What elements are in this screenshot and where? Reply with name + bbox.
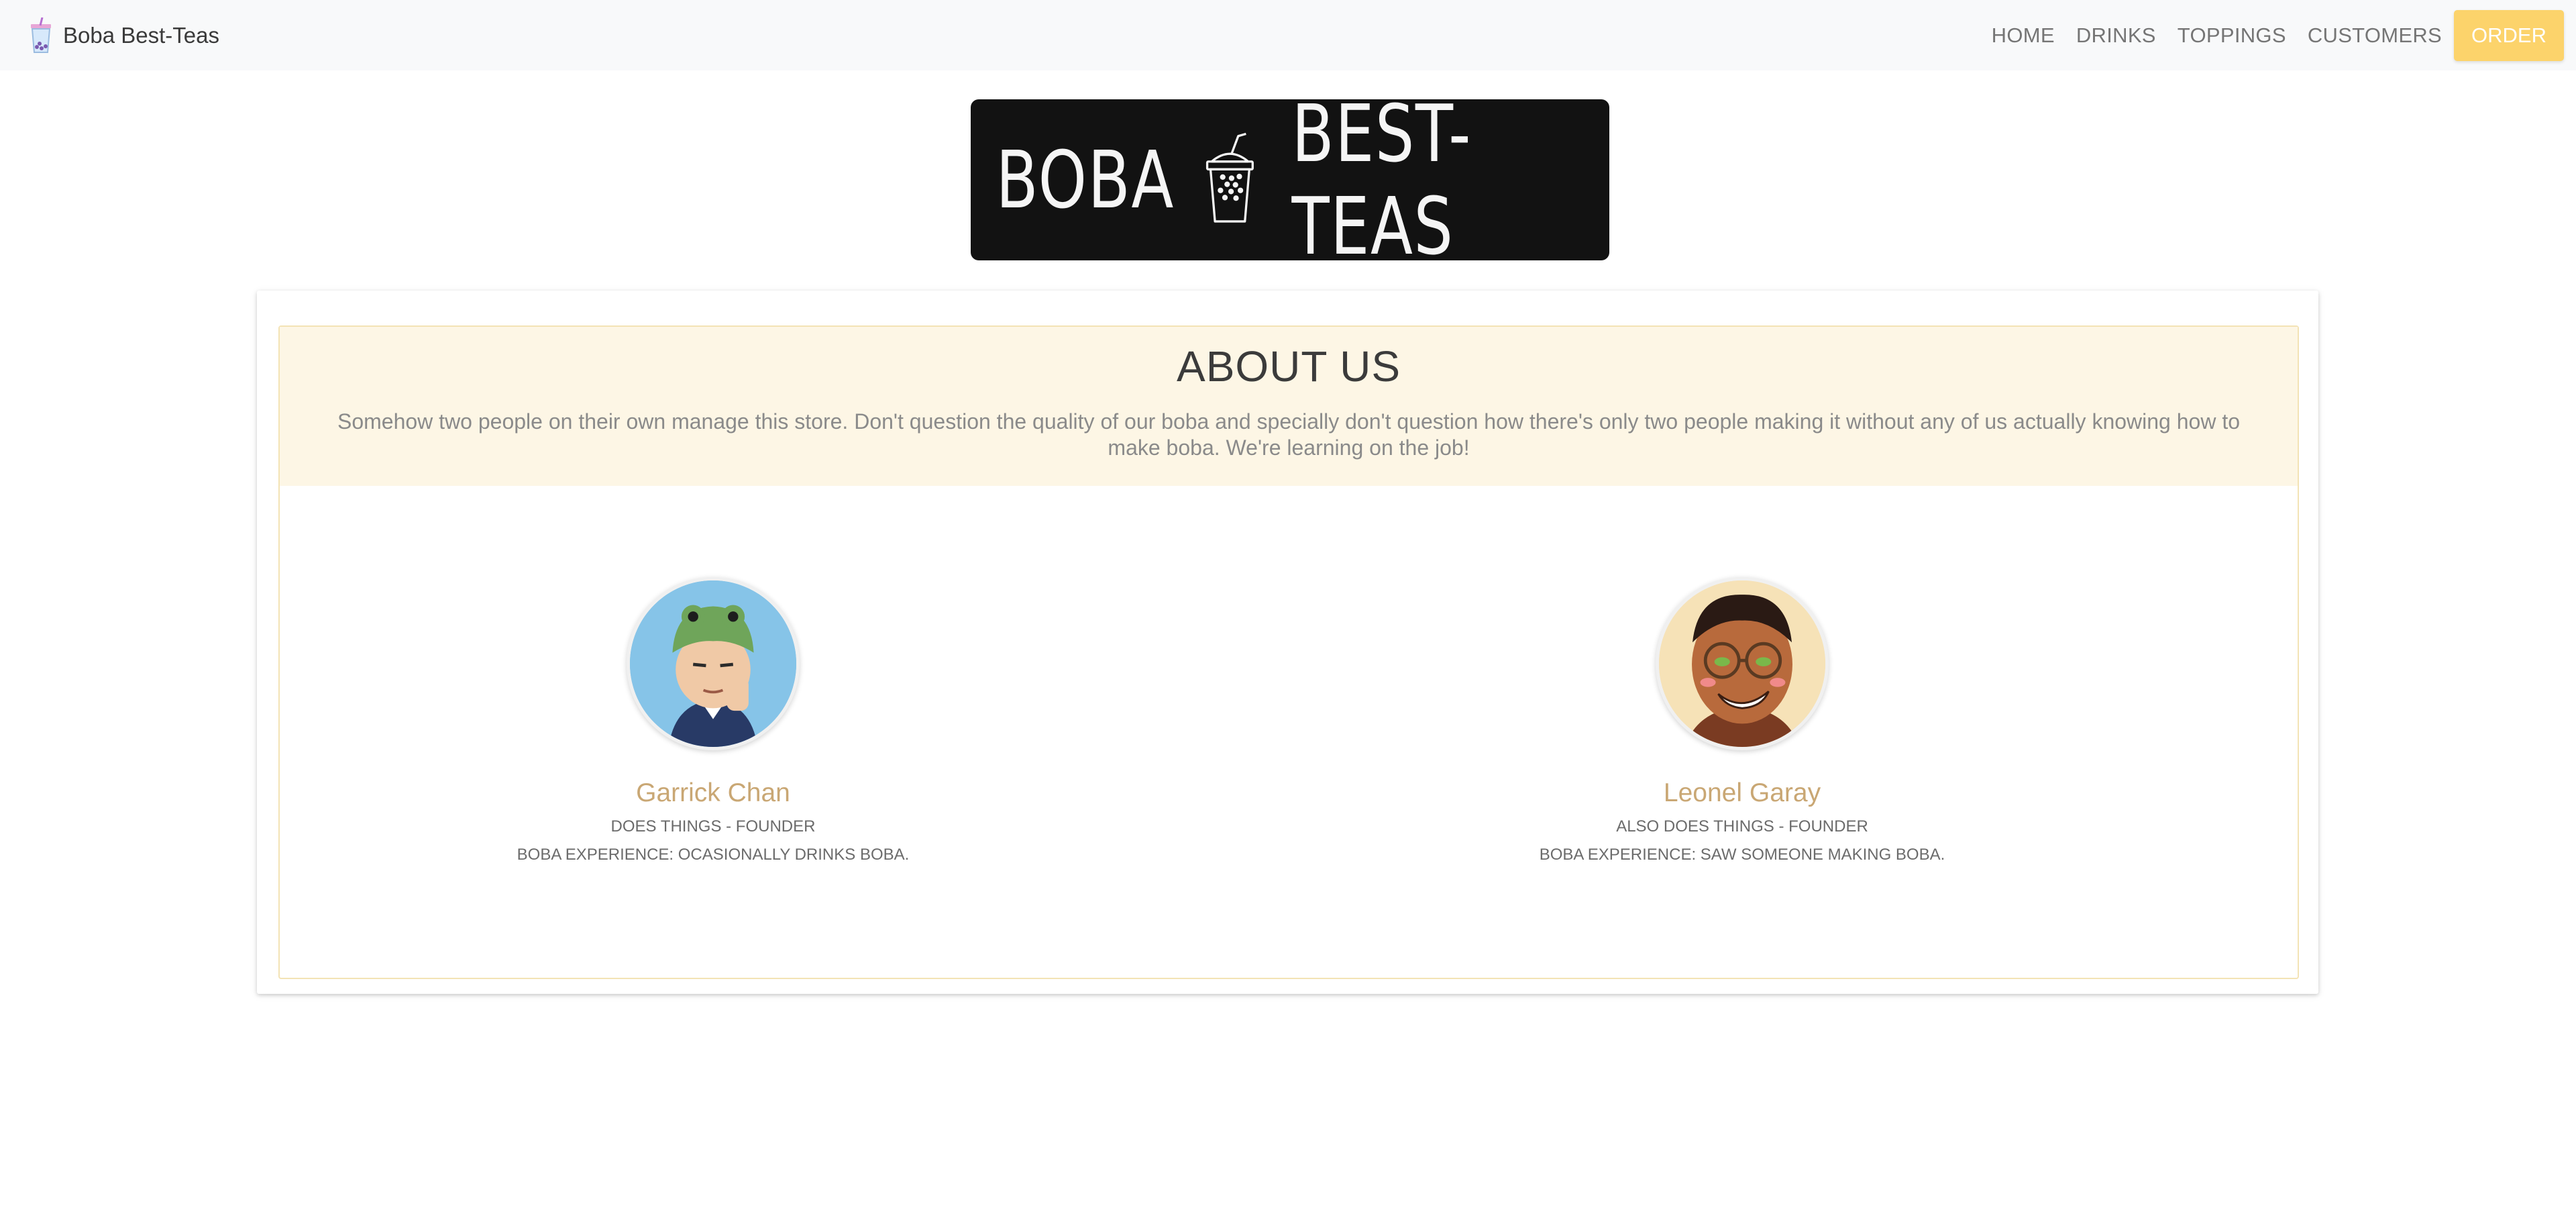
nav-drinks[interactable]: DRINKS xyxy=(2065,23,2167,48)
about-header: ABOUT US Somehow two people on their own… xyxy=(280,327,2298,486)
boba-cup-icon xyxy=(31,17,51,53)
member-experience: BOBA EXPERIENCE: OCASIONALLY DRINKS BOBA… xyxy=(517,846,910,864)
member-experience: BOBA EXPERIENCE: SAW SOMEONE MAKING BOBA… xyxy=(1539,846,1945,864)
logo-word-left: BOBA xyxy=(996,134,1175,226)
order-button[interactable]: ORDER xyxy=(2454,9,2564,61)
nav-links: HOME DRINKS TOPPINGS CUSTOMERS ORDER xyxy=(1981,0,2564,70)
brand-name: Boba Best-Teas xyxy=(63,22,219,48)
boba-cup-icon xyxy=(1206,132,1254,223)
team-section: Garrick Chan DOES THINGS - FOUNDER BOBA … xyxy=(280,486,2298,979)
frog-hat-avatar-icon xyxy=(630,580,796,747)
page-title: ABOUT US xyxy=(1177,342,1401,391)
team-member: Leonel Garay ALSO DOES THINGS - FOUNDER … xyxy=(1407,577,2078,864)
avatar xyxy=(1656,577,1829,750)
navbar: Boba Best-Teas HOME DRINKS TOPPINGS CUST… xyxy=(0,0,2576,70)
avatar xyxy=(627,577,800,750)
member-name: Leonel Garay xyxy=(1663,778,1821,807)
nav-toppings[interactable]: TOPPINGS xyxy=(2167,23,2297,48)
nav-home[interactable]: HOME xyxy=(1981,23,2065,48)
member-role: ALSO DOES THINGS - FOUNDER xyxy=(1616,817,1868,835)
logo-word-right: BEST-TEAS xyxy=(1291,87,1472,272)
about-card: ABOUT US Somehow two people on their own… xyxy=(257,291,2318,994)
logo-banner: BOBA BEST-TEAS xyxy=(971,87,1609,272)
nav-customers[interactable]: CUSTOMERS xyxy=(2297,23,2453,48)
team-member: Garrick Chan DOES THINGS - FOUNDER BOBA … xyxy=(378,577,1049,864)
glasses-avatar-icon xyxy=(1659,580,1825,747)
member-role: DOES THINGS - FOUNDER xyxy=(610,817,816,835)
about-inner: ABOUT US Somehow two people on their own… xyxy=(278,325,2299,979)
about-description: Somehow two people on their own manage t… xyxy=(337,409,2241,460)
brand-link[interactable]: Boba Best-Teas xyxy=(27,17,219,54)
member-name: Garrick Chan xyxy=(636,778,790,807)
